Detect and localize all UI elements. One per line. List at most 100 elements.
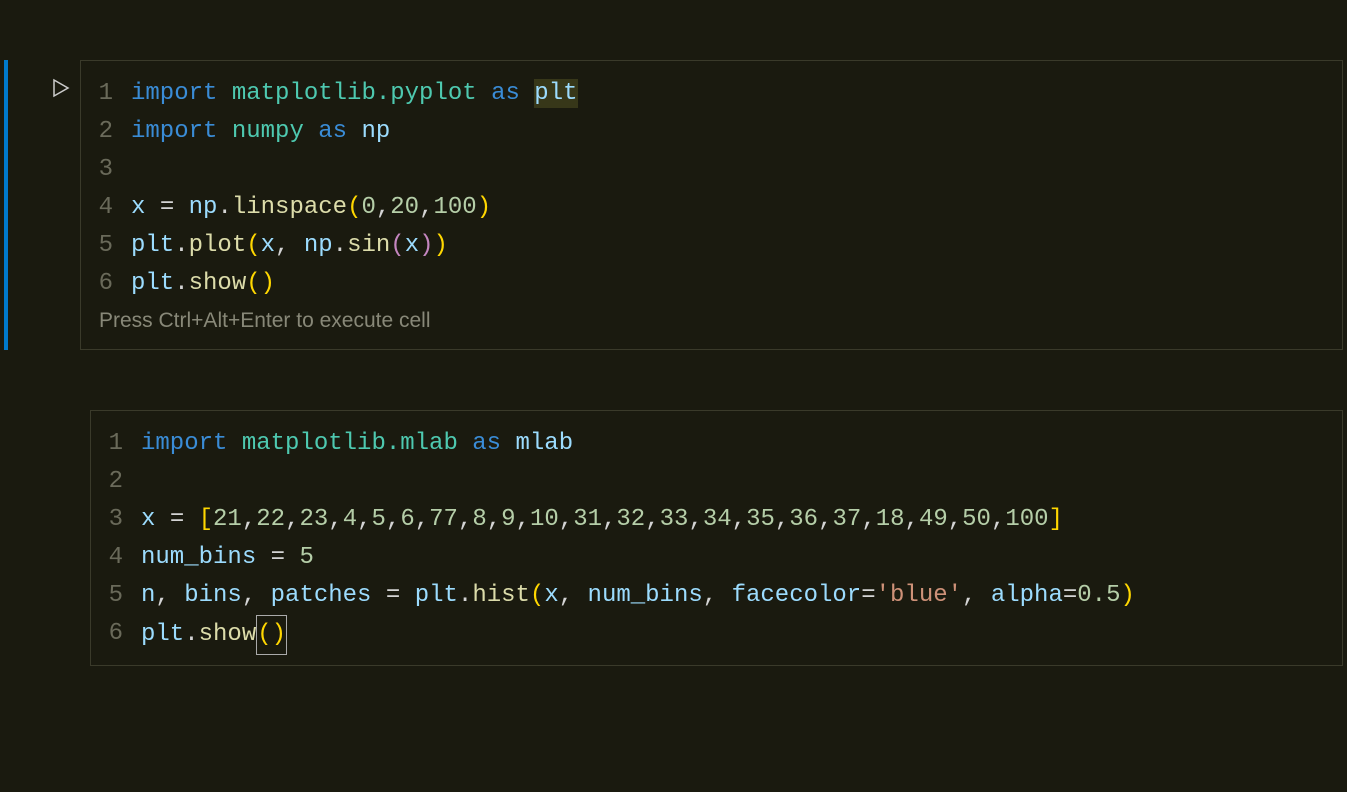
line-number: 2 [81,113,131,151]
line-number: 2 [91,463,141,501]
number: 21 [213,506,242,533]
function: hist [472,582,530,609]
variable: plt [131,232,174,259]
bracket: ( [347,194,361,221]
operator: , [703,582,717,609]
number: 35 [746,506,775,533]
bracket: ) [434,232,448,259]
code-content[interactable]: import numpy as np [131,113,390,151]
module: numpy [232,118,304,145]
code-content[interactable]: plt.show() [141,615,287,653]
operator: , [242,582,256,609]
code-line[interactable]: 3x = [21,22,23,4,5,6,77,8,9,10,31,32,33,… [91,501,1342,539]
punctuation: . [458,582,472,609]
number: 37 [833,506,862,533]
operator: , [516,506,530,533]
code-editor[interactable]: 1import matplotlib.mlab as mlab23x = [21… [90,410,1343,666]
code-content[interactable]: plt.show() [131,265,275,303]
code-editor[interactable]: 1import matplotlib.pyplot as plt2import … [80,60,1343,350]
code-cell[interactable]: 1import matplotlib.mlab as mlab23x = [21… [0,410,1347,666]
code-line[interactable]: 1import matplotlib.pyplot as plt [81,75,1342,113]
variable: x [544,582,558,609]
code-content[interactable]: x = [21,22,23,4,5,6,77,8,9,10,31,32,33,3… [141,501,1063,539]
variable: x [131,194,145,221]
keyword: as [472,430,501,457]
bracket: ( [390,232,404,259]
variable: patches [271,582,372,609]
code-content[interactable]: plt.plot(x, np.sin(x)) [131,227,448,265]
function: sin [347,232,390,259]
keyword: import [131,118,217,145]
operator: , [948,506,962,533]
operator: , [559,582,573,609]
number: 0.5 [1077,582,1120,609]
module: matplotlib.mlab [242,430,458,457]
code-line[interactable]: 4x = np.linspace(0,20,100) [81,189,1342,227]
code-line[interactable]: 1import matplotlib.mlab as mlab [91,425,1342,463]
keyword: import [141,430,227,457]
keyword: import [131,80,217,107]
operator: , [285,506,299,533]
punctuation: . [174,232,188,259]
number: 32 [616,506,645,533]
variable: n [141,582,155,609]
code-content[interactable]: n, bins, patches = plt.hist(x, num_bins,… [141,577,1135,615]
operator: , [328,506,342,533]
bracket: ( [246,270,260,297]
code-line[interactable]: 4num_bins = 5 [91,539,1342,577]
code-line[interactable]: 6plt.show() [81,265,1342,303]
text [145,194,159,221]
code-content[interactable]: import matplotlib.mlab as mlab [141,425,573,463]
text [371,582,385,609]
keyword: as [318,118,347,145]
bracket: () [256,615,287,655]
bracket: ( [530,582,544,609]
punctuation: . [217,194,231,221]
operator: = [160,194,174,221]
punctuation: . [174,270,188,297]
text [976,582,990,609]
run-cell-button[interactable] [40,60,80,350]
active-cell-indicator [4,60,8,350]
line-number: 5 [81,227,131,265]
operator: , [905,506,919,533]
variable: x [261,232,275,259]
code-content[interactable]: x = np.linspace(0,20,100) [131,189,491,227]
code-line[interactable]: 3 [81,151,1342,189]
text [256,544,270,571]
text [573,582,587,609]
text [170,582,184,609]
variable: np [304,232,333,259]
text [520,80,534,107]
code-line[interactable]: 5plt.plot(x, np.sin(x)) [81,227,1342,265]
text [289,232,303,259]
number: 0 [361,194,375,221]
operator: = [386,582,400,609]
text [304,118,318,145]
line-number: 4 [91,539,141,577]
code-line[interactable]: 2 [91,463,1342,501]
operator: , [732,506,746,533]
operator: , [559,506,573,533]
operator: , [376,194,390,221]
code-line[interactable]: 5n, bins, patches = plt.hist(x, num_bins… [91,577,1342,615]
number: 34 [703,506,732,533]
operator: , [861,506,875,533]
text [256,582,270,609]
code-line[interactable]: 6plt.show() [91,615,1342,653]
bracket: ) [477,194,491,221]
code-content[interactable]: import matplotlib.pyplot as plt [131,75,578,113]
code-content[interactable]: num_bins = 5 [141,539,314,577]
operator: = [271,544,285,571]
variable: plt [141,621,184,648]
code-cell[interactable]: 1import matplotlib.pyplot as plt2import … [0,60,1347,350]
number: 18 [876,506,905,533]
alias: mlab [516,430,574,457]
string: 'blue' [876,582,962,609]
function: show [199,621,257,648]
code-line[interactable]: 2import numpy as np [81,113,1342,151]
number: 100 [1005,506,1048,533]
operator: , [775,506,789,533]
number: 31 [573,506,602,533]
operator: , [487,506,501,533]
